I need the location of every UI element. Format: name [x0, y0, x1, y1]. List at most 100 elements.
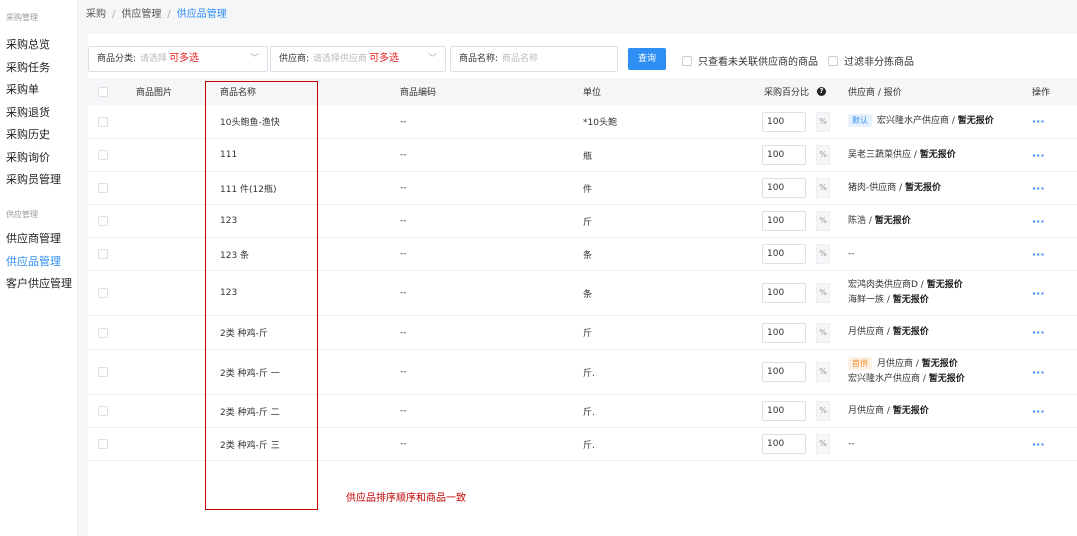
row-checkbox[interactable]: [98, 288, 108, 298]
sidebar-item[interactable]: 供应商管理: [0, 228, 61, 249]
supplier-line: 陈浩 / 暂无报价: [848, 215, 911, 226]
row-checkbox[interactable]: [98, 150, 108, 160]
filter-non-sorting-checkbox[interactable]: 过滤非分拣商品: [828, 53, 914, 68]
help-icon[interactable]: ?: [817, 87, 827, 96]
breadcrumb-item[interactable]: 供应管理: [121, 9, 161, 20]
chevron-down-icon: ﹀: [427, 54, 437, 64]
more-icon[interactable]: ···: [1032, 115, 1045, 128]
header-percent-label: 采购百分比: [764, 88, 810, 98]
percent-cell: 100%: [762, 350, 830, 394]
percent-cell: 100%: [762, 316, 830, 349]
percent-cell: 100%: [762, 428, 830, 460]
product-unit: 斤: [583, 217, 593, 228]
more-icon[interactable]: ···: [1032, 438, 1045, 451]
sidebar-item[interactable]: 采购任务: [0, 57, 50, 78]
more-icon[interactable]: ···: [1032, 149, 1045, 162]
breadcrumb-separator: /: [167, 9, 171, 20]
sidebar-item[interactable]: 采购历史: [0, 124, 50, 145]
supplier-cell: 陈浩 / 暂无报价: [848, 205, 911, 237]
percent-sign: %: [816, 434, 830, 454]
row-checkbox-cell: [98, 205, 108, 237]
product-code: --: [400, 116, 407, 127]
row-checkbox-cell: [98, 139, 108, 171]
product-name-input[interactable]: 商品名称: 商品名称: [450, 46, 618, 72]
supplier-line: 海鲜一族 / 暂无报价: [848, 295, 929, 305]
action-cell: ···: [1032, 428, 1045, 460]
row-checkbox[interactable]: [98, 406, 108, 416]
percent-input[interactable]: 100: [762, 434, 806, 454]
sidebar-item[interactable]: 供应品管理: [0, 251, 61, 272]
sidebar-item[interactable]: 采购员管理: [0, 169, 61, 190]
row-checkbox[interactable]: [98, 216, 108, 226]
row-checkbox-cell: [98, 238, 108, 270]
sidebar-item[interactable]: 采购单: [0, 79, 39, 100]
product-unit: *10头鲍: [583, 118, 617, 128]
percent-input[interactable]: 100: [762, 283, 806, 303]
row-checkbox-cell: [98, 316, 108, 349]
checkbox-icon[interactable]: [828, 56, 838, 66]
product-name: 10头鲍鱼-渔快: [220, 118, 280, 128]
more-icon[interactable]: ···: [1032, 326, 1045, 339]
supplier-price: 暂无报价: [874, 215, 911, 226]
sidebar-item[interactable]: 客户供应管理: [0, 273, 72, 294]
supplier-cell: 宏鸿肉类供应商D / 暂无报价 海鲜一族 / 暂无报价: [848, 271, 963, 315]
select-all-checkbox[interactable]: [98, 86, 108, 97]
row-checkbox[interactable]: [98, 183, 108, 193]
product-unit: 件: [583, 184, 593, 195]
row-checkbox[interactable]: [98, 249, 108, 259]
more-icon[interactable]: ···: [1032, 182, 1045, 195]
supplier-name: 月供应商: [848, 405, 885, 416]
sidebar-item[interactable]: 采购退货: [0, 102, 50, 123]
supplier-cell: --: [848, 428, 855, 460]
percent-input[interactable]: 100: [762, 322, 806, 343]
action-cell: ···: [1032, 395, 1045, 427]
action-cell: ···: [1032, 205, 1045, 237]
product-code: --: [400, 288, 407, 298]
percent-input[interactable]: 100: [762, 401, 806, 421]
sidebar-item[interactable]: 采购询价: [0, 147, 50, 168]
row-checkbox[interactable]: [98, 367, 108, 377]
checkbox-icon[interactable]: [682, 56, 692, 66]
percent-input[interactable]: 100: [762, 244, 806, 264]
category-select[interactable]: 商品分类: 请选择 可多选 ﹀: [88, 46, 268, 72]
supplier-cell: 月供应商 / 暂无报价: [848, 395, 929, 427]
table-row: 2类 种鸡-斤 二 -- 斤. 100% 月供应商 / 暂无报价 ···: [88, 395, 1077, 428]
more-icon[interactable]: ···: [1032, 366, 1045, 379]
row-checkbox[interactable]: [98, 439, 108, 449]
supplier-cell: --: [848, 238, 855, 270]
query-button[interactable]: 查询: [628, 48, 666, 70]
unlinked-only-checkbox[interactable]: 只查看未关联供应商的商品: [682, 53, 818, 68]
percent-input[interactable]: 100: [762, 362, 806, 382]
product-code: --: [400, 327, 407, 338]
category-multi-note: 可多选: [169, 53, 200, 64]
percent-input[interactable]: 100: [762, 145, 806, 165]
row-checkbox[interactable]: [98, 116, 108, 127]
supplier-cell: 猪肉-供应商 / 暂无报价: [848, 172, 941, 204]
breadcrumb-item[interactable]: 采购: [86, 9, 106, 20]
supplier-select[interactable]: 供应商: 请选择供应商 可多选 ﹀: [270, 46, 446, 72]
row-checkbox[interactable]: [98, 327, 108, 338]
percent-input[interactable]: 100: [762, 111, 806, 132]
header-name: 商品名称: [220, 88, 257, 98]
sidebar-item[interactable]: 采购总览: [0, 34, 50, 55]
more-icon[interactable]: ···: [1032, 405, 1045, 418]
table-row: 111 -- 瓶 100% 吴老三蔬菜供应 / 暂无报价 ···: [88, 139, 1077, 172]
product-name: 123: [220, 288, 238, 298]
percent-input[interactable]: 100: [762, 211, 806, 231]
percent-sign: %: [816, 362, 830, 382]
percent-input[interactable]: 100: [762, 178, 806, 198]
product-name: 2类 种鸡-斤: [220, 329, 268, 339]
supplier-price: 暂无报价: [919, 149, 956, 160]
supplier-price: 暂无报价: [892, 295, 929, 305]
supplier-line: 宏鸿肉类供应商D / 暂无报价: [848, 280, 963, 290]
supplier-line: 默认 宏兴隆水产供应商 / 暂无报价: [848, 114, 994, 129]
product-name: 111: [220, 150, 238, 160]
table-row: 123 条 -- 条 100% -- ···: [88, 238, 1077, 271]
more-icon[interactable]: ···: [1032, 215, 1045, 228]
more-icon[interactable]: ···: [1032, 287, 1045, 300]
percent-sign: %: [816, 322, 830, 343]
percent-cell: 100%: [762, 105, 830, 138]
breadcrumb-separator: /: [112, 9, 116, 20]
supplier-line: 月供应商 / 暂无报价: [848, 405, 929, 416]
more-icon[interactable]: ···: [1032, 248, 1045, 261]
